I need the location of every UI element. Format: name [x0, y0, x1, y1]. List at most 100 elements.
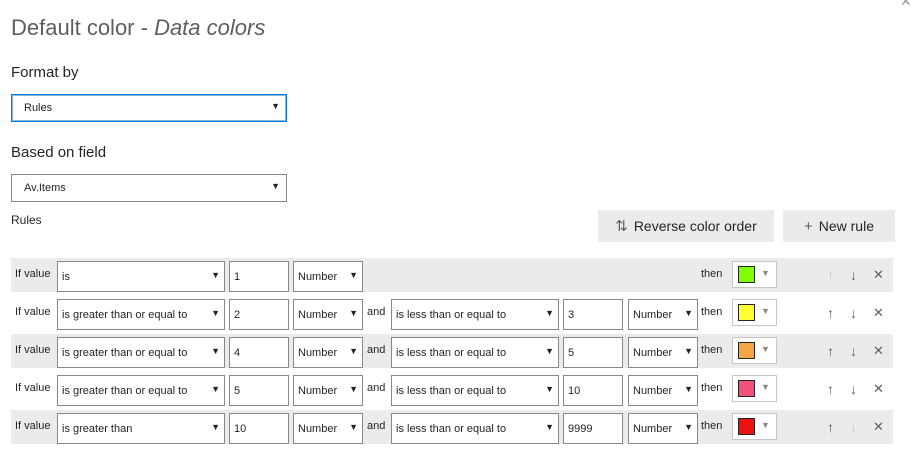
color-picker[interactable]: ▼	[732, 299, 777, 326]
then-label: then	[701, 344, 723, 356]
chevron-down-icon: ▼	[211, 422, 220, 432]
close-icon[interactable]: ✕	[873, 267, 884, 283]
if-value-label: If value	[15, 268, 51, 280]
if-value-label: If value	[15, 420, 51, 432]
color-picker[interactable]: ▼	[732, 261, 777, 288]
color-swatch	[738, 380, 755, 397]
color-picker[interactable]: ▼	[732, 375, 777, 402]
second-operator-value: is less than or equal to	[396, 309, 507, 321]
condition-value-input[interactable]: 5	[229, 375, 289, 406]
value-type-dropdown[interactable]: Number ▼	[293, 337, 363, 368]
condition-operator-value: is greater than or equal to	[62, 385, 188, 397]
rule-row: If value is greater than or equal to ▼ 2 Num…	[11, 296, 893, 330]
second-value-text: 5	[568, 347, 575, 359]
value-type-text: Number	[298, 347, 338, 359]
close-icon[interactable]: ✕	[873, 419, 884, 435]
and-label: and	[367, 344, 386, 356]
chevron-down-icon: ▼	[684, 422, 693, 432]
value-type-text: Number	[298, 309, 338, 321]
chevron-down-icon: ▼	[211, 384, 220, 394]
color-picker[interactable]: ▼	[732, 337, 777, 364]
second-value-input[interactable]: 3	[563, 299, 623, 330]
dialog-close-icon[interactable]: ✕	[900, 0, 911, 8]
chevron-down-icon: ▼	[349, 308, 358, 318]
value-type-dropdown[interactable]: Number ▼	[293, 375, 363, 406]
second-value-type-dropdown[interactable]: Number ▼	[628, 413, 698, 444]
second-operator-dropdown[interactable]: is less than or equal to ▼	[391, 413, 559, 444]
condition-operator-dropdown[interactable]: is greater than or equal to ▼	[57, 337, 225, 368]
based-on-field-label: Based on field	[11, 144, 107, 161]
arrow-down-icon[interactable]: ↓	[850, 419, 857, 435]
color-swatch	[738, 342, 755, 359]
chevron-down-icon: ▼	[545, 346, 554, 356]
chevron-down-icon: ▼	[545, 422, 554, 432]
second-operator-dropdown[interactable]: is less than or equal to ▼	[391, 299, 559, 330]
then-label: then	[701, 420, 723, 432]
dialog-title: Default color - Data colors	[11, 15, 266, 40]
second-value-text: 10	[568, 385, 581, 397]
chevron-down-icon: ▼	[761, 420, 770, 430]
condition-operator-dropdown[interactable]: is greater than or equal to ▼	[57, 299, 225, 330]
chevron-down-icon: ▼	[761, 344, 770, 354]
condition-value-input[interactable]: 4	[229, 337, 289, 368]
chevron-down-icon: ▼	[684, 384, 693, 394]
new-rule-button[interactable]: + New rule	[783, 210, 895, 242]
arrow-up-icon[interactable]: ↑	[827, 305, 834, 321]
second-value-input[interactable]: 10	[563, 375, 623, 406]
color-picker[interactable]: ▼	[732, 413, 777, 440]
condition-operator-dropdown[interactable]: is greater than ▼	[57, 413, 225, 444]
format-by-value: Rules	[24, 102, 53, 114]
condition-operator-value: is greater than	[62, 423, 133, 435]
arrow-up-icon[interactable]: ↑	[827, 381, 834, 397]
condition-operator-value: is	[62, 271, 70, 283]
condition-value-input[interactable]: 2	[229, 299, 289, 330]
condition-value-input[interactable]: 10	[229, 413, 289, 444]
second-operator-dropdown[interactable]: is less than or equal to ▼	[391, 375, 559, 406]
second-operator-dropdown[interactable]: is less than or equal to ▼	[391, 337, 559, 368]
color-swatch	[738, 304, 755, 321]
arrow-down-icon[interactable]: ↓	[850, 381, 857, 397]
second-value-type-dropdown[interactable]: Number ▼	[628, 375, 698, 406]
arrow-down-icon[interactable]: ↓	[850, 267, 857, 283]
chevron-down-icon: ▼	[271, 181, 280, 191]
close-icon[interactable]: ✕	[873, 343, 884, 359]
chevron-down-icon: ▼	[211, 346, 220, 356]
condition-operator-dropdown[interactable]: is ▼	[57, 261, 225, 292]
second-value-type-dropdown[interactable]: Number ▼	[628, 337, 698, 368]
condition-operator-dropdown[interactable]: is greater than or equal to ▼	[57, 375, 225, 406]
reverse-color-order-button[interactable]: ⇅ Reverse color order	[598, 210, 774, 242]
reverse-sort-icon: ⇅	[615, 218, 628, 235]
chevron-down-icon: ▼	[349, 270, 358, 280]
close-icon[interactable]: ✕	[873, 305, 884, 321]
condition-value-text: 5	[234, 385, 241, 397]
then-label: then	[701, 268, 723, 280]
condition-value-input[interactable]: 1	[229, 261, 289, 292]
second-value-type-text: Number	[633, 347, 673, 359]
chevron-down-icon: ▼	[349, 346, 358, 356]
value-type-dropdown[interactable]: Number ▼	[293, 413, 363, 444]
chevron-down-icon: ▼	[684, 346, 693, 356]
arrow-up-icon[interactable]: ↑	[827, 343, 834, 359]
format-by-dropdown[interactable]: Rules ▼	[11, 94, 287, 122]
second-value-type-text: Number	[633, 385, 673, 397]
rule-row: If value is greater than or equal to ▼ 4 Num…	[11, 334, 893, 368]
if-value-label: If value	[15, 382, 51, 394]
second-value-type-dropdown[interactable]: Number ▼	[628, 299, 698, 330]
second-value-input[interactable]: 9999	[563, 413, 623, 444]
rule-row: If value is greater than or equal to ▼ 5 Num…	[11, 372, 893, 406]
condition-operator-value: is greater than or equal to	[62, 309, 188, 321]
then-label: then	[701, 306, 723, 318]
then-label: then	[701, 382, 723, 394]
based-on-field-dropdown[interactable]: Av.Items ▼	[11, 174, 287, 202]
arrow-up-icon[interactable]: ↑	[827, 267, 834, 283]
close-icon[interactable]: ✕	[873, 381, 884, 397]
and-label: and	[367, 420, 386, 432]
arrow-up-icon[interactable]: ↑	[827, 419, 834, 435]
value-type-dropdown[interactable]: Number ▼	[293, 299, 363, 330]
value-type-dropdown[interactable]: Number ▼	[293, 261, 363, 292]
second-value-text: 3	[568, 309, 575, 321]
arrow-down-icon[interactable]: ↓	[850, 343, 857, 359]
second-value-input[interactable]: 5	[563, 337, 623, 368]
arrow-down-icon[interactable]: ↓	[850, 305, 857, 321]
condition-value-text: 2	[234, 309, 241, 321]
